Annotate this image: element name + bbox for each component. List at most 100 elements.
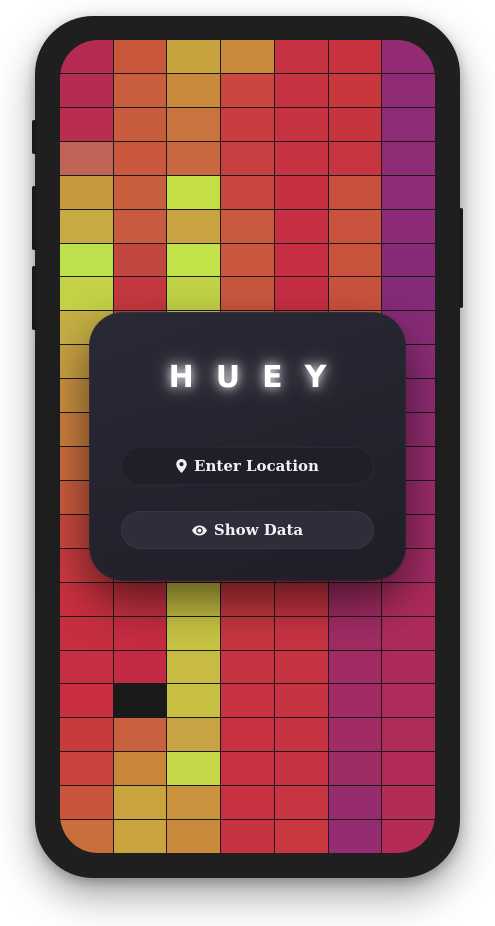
color-cell (382, 786, 435, 820)
color-cell (274, 650, 328, 684)
color-cell (113, 820, 167, 853)
color-cell (328, 209, 382, 243)
show-data-button[interactable]: Show Data (121, 511, 374, 549)
color-cell (274, 684, 328, 718)
color-cell (274, 107, 328, 141)
color-cell (328, 243, 382, 277)
color-cell (274, 141, 328, 175)
enter-location-button[interactable]: Enter Location (121, 447, 374, 485)
color-cell (221, 684, 274, 718)
color-cell (113, 175, 167, 209)
map-pin-icon (176, 459, 187, 473)
color-cell (167, 684, 221, 718)
color-cell (274, 786, 328, 820)
color-cell (167, 40, 221, 73)
color-cell (221, 582, 274, 616)
color-cell (167, 786, 221, 820)
color-cell (274, 820, 328, 853)
color-cell (60, 786, 113, 820)
color-cell (382, 107, 435, 141)
color-cell (274, 175, 328, 209)
color-cell (113, 650, 167, 684)
color-cell (221, 718, 274, 752)
color-cell (382, 752, 435, 786)
color-cell (113, 616, 167, 650)
color-cell (113, 718, 167, 752)
color-cell (274, 73, 328, 107)
color-cell (113, 277, 167, 311)
color-cell (60, 650, 113, 684)
color-cell (221, 277, 274, 311)
color-cell (60, 752, 113, 786)
color-cell (60, 175, 113, 209)
app-title: HUEY (168, 360, 349, 395)
color-cell (167, 277, 221, 311)
color-cell (60, 684, 113, 718)
color-cell (221, 175, 274, 209)
color-cell (60, 209, 113, 243)
color-cell (113, 73, 167, 107)
color-cell (113, 40, 167, 73)
color-cell (382, 820, 435, 853)
color-cell (60, 141, 113, 175)
color-cell (113, 209, 167, 243)
volume-up-button (32, 186, 36, 250)
color-cell (382, 684, 435, 718)
color-cell (274, 243, 328, 277)
color-cell (221, 650, 274, 684)
color-cell (221, 73, 274, 107)
color-cell (167, 718, 221, 752)
color-cell (382, 616, 435, 650)
color-cell (221, 107, 274, 141)
color-cell (328, 107, 382, 141)
color-cell (328, 40, 382, 73)
color-cell (328, 141, 382, 175)
color-cell (221, 752, 274, 786)
color-cell (167, 752, 221, 786)
color-cell (274, 582, 328, 616)
color-cell (60, 107, 113, 141)
color-cell (382, 277, 435, 311)
color-cell (113, 684, 167, 718)
color-cell (328, 616, 382, 650)
color-cell (60, 73, 113, 107)
color-cell (328, 73, 382, 107)
color-cell (113, 582, 167, 616)
color-cell (60, 40, 113, 73)
color-cell (328, 820, 382, 853)
color-cell (167, 243, 221, 277)
color-cell (328, 718, 382, 752)
color-cell (221, 616, 274, 650)
color-cell (328, 684, 382, 718)
color-cell (328, 786, 382, 820)
color-cell (382, 73, 435, 107)
color-cell (221, 141, 274, 175)
color-cell (60, 243, 113, 277)
color-cell (113, 752, 167, 786)
mute-switch (32, 120, 36, 154)
color-cell (221, 209, 274, 243)
color-cell (274, 752, 328, 786)
enter-location-label: Enter Location (194, 457, 319, 475)
color-cell (167, 73, 221, 107)
color-cell (382, 175, 435, 209)
color-cell (274, 616, 328, 650)
color-cell (60, 616, 113, 650)
color-cell (328, 175, 382, 209)
main-card: HUEY Enter Location Show Data (89, 312, 406, 581)
power-button (459, 208, 463, 308)
color-cell (221, 820, 274, 853)
color-cell (328, 650, 382, 684)
color-cell (221, 786, 274, 820)
color-cell (382, 650, 435, 684)
color-cell (274, 718, 328, 752)
color-cell (167, 175, 221, 209)
color-cell (113, 107, 167, 141)
eye-icon (191, 525, 207, 535)
color-cell (382, 141, 435, 175)
color-cell (113, 243, 167, 277)
color-cell (167, 209, 221, 243)
color-cell (382, 582, 435, 616)
color-cell (60, 277, 113, 311)
color-cell (221, 40, 274, 73)
